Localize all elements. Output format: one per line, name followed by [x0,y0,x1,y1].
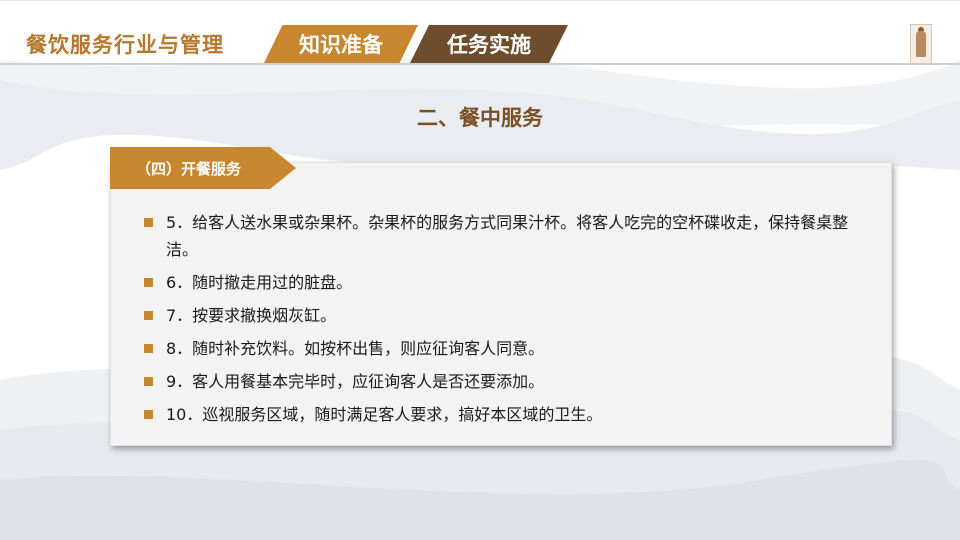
section-title: 二、餐中服务 [417,106,543,130]
list-item: 5．给客人送水果或杂果杯。杂果杯的服务方式同果汁杯。将客人吃完的空杯碟收走，保持… [144,209,874,263]
top-divider [0,0,960,1]
list-item: 6．随时撤走用过的脏盘。 [144,269,874,296]
list-item: 8．随时补充饮料。如按杯出售，则应征询客人同意。 [144,335,874,362]
list-item-text: 8．随时补充饮料。如按杯出售，则应征询客人同意。 [166,339,545,358]
header-bar: 餐饮服务行业与管理 知识准备 任务实施 [0,23,960,65]
list-item: 7．按要求撤换烟灰缸。 [144,302,874,329]
service-list: 5．给客人送水果或杂果杯。杂果杯的服务方式同果汁杯。将客人吃完的空杯碟收走，保持… [144,209,874,434]
list-item: 9．客人用餐基本完毕时，应征询客人是否还要添加。 [144,368,874,395]
square-bullet-icon [144,218,153,227]
card-tag-label: （四）开餐服务 [136,159,242,178]
logo-figure-icon [910,24,932,64]
logo-body [916,31,926,57]
list-item-text: 5．给客人送水果或杂果杯。杂果杯的服务方式同果汁杯。将客人吃完的空杯碟收走，保持… [166,213,849,259]
square-bullet-icon [144,410,153,419]
square-bullet-icon [144,311,153,320]
card-tag: （四）开餐服务 [110,147,296,189]
tab-knowledge-prep[interactable]: 知识准备 [264,25,418,63]
list-item-text: 7．按要求撤换烟灰缸。 [166,306,337,325]
course-title: 餐饮服务行业与管理 [26,33,224,57]
square-bullet-icon [144,344,153,353]
tab-task-implementation[interactable]: 任务实施 [410,25,568,63]
list-item-text: 10．巡视服务区域，随时满足客人要求，搞好本区域的卫生。 [166,405,603,424]
header-underline [0,63,960,65]
list-item-text: 6．随时撤走用过的脏盘。 [166,273,353,292]
square-bullet-icon [144,278,153,287]
square-bullet-icon [144,377,153,386]
list-item: 10．巡视服务区域，随时满足客人要求，搞好本区域的卫生。 [144,401,874,428]
list-item-text: 9．客人用餐基本完毕时，应征询客人是否还要添加。 [166,372,545,391]
